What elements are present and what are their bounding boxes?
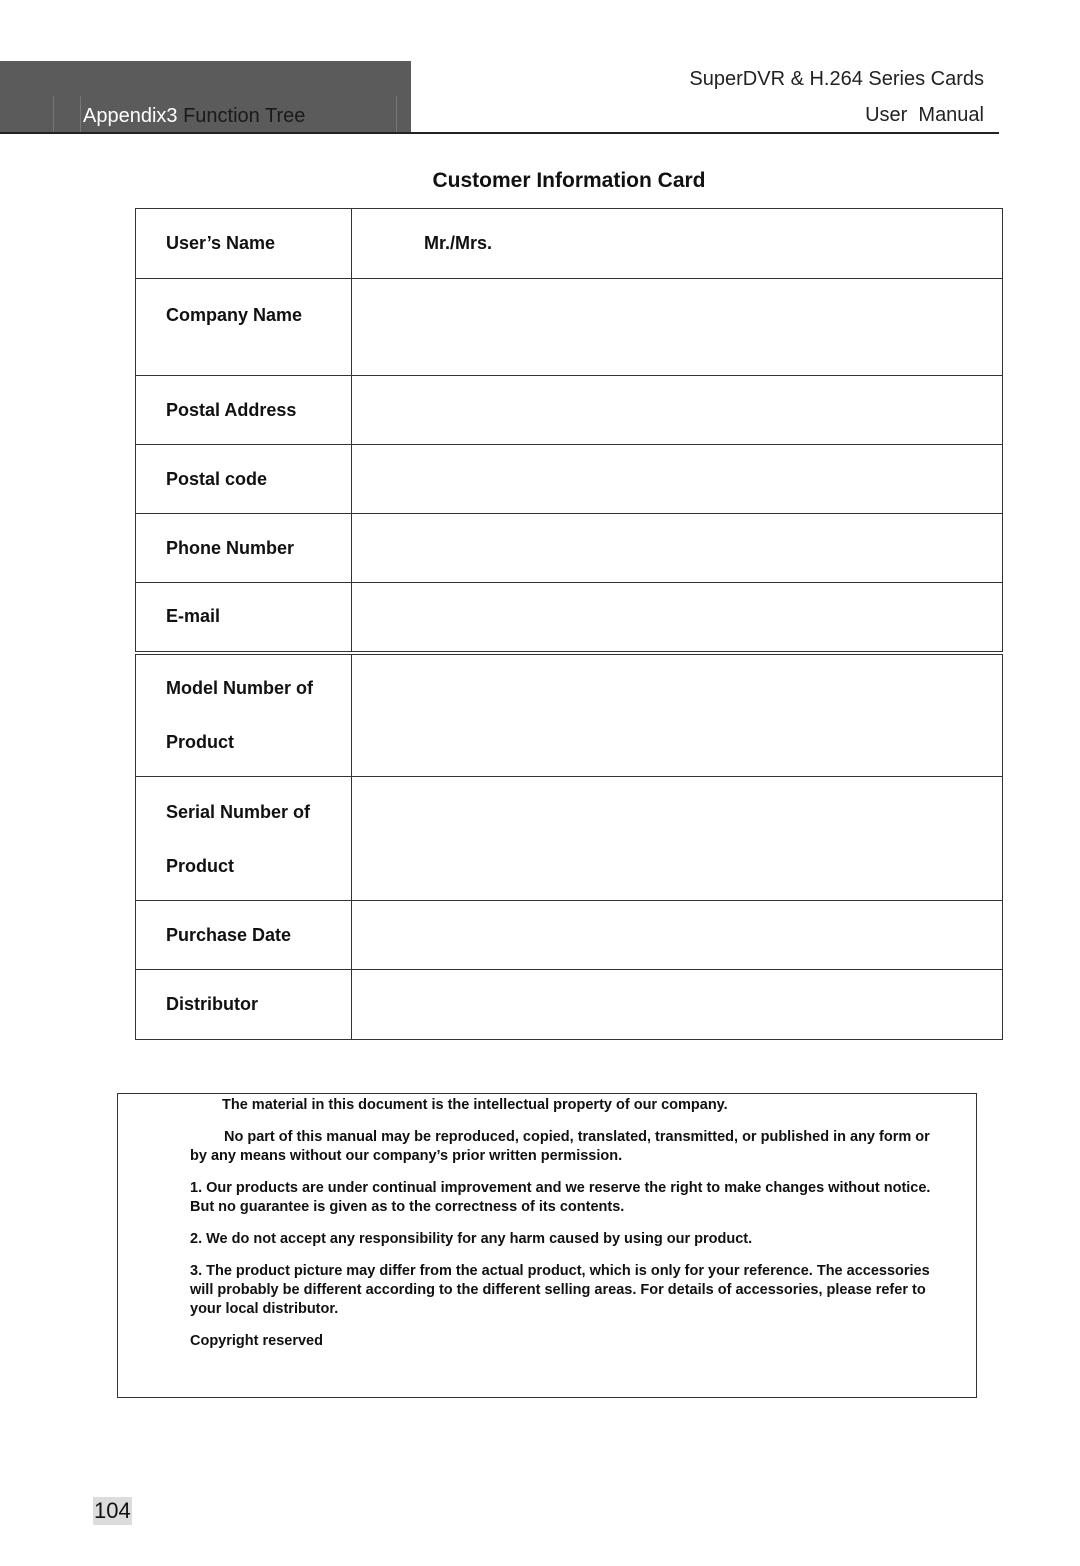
postal-address-field[interactable] [351, 375, 1003, 445]
copyright-text: Copyright reserved [190, 1333, 323, 1349]
product-name: SuperDVR & H.264 Series Cards [689, 68, 984, 90]
notice-text: 1. Our products are under continual impr… [190, 1180, 931, 1196]
header-divider [80, 96, 81, 133]
field-label: Model Number of Product [135, 650, 352, 777]
label-line: Serial Number of [166, 801, 311, 822]
field-label: User’s Name [135, 208, 352, 279]
purchase-date-field[interactable] [351, 900, 1003, 970]
card-title: Customer Information Card [432, 169, 706, 192]
label-line: Product [166, 732, 235, 753]
label-text: Company Name [166, 305, 303, 325]
field-label: Postal Address [135, 375, 352, 445]
customer-info-table: User’s Name Mr./Mrs. Company Name Postal… [135, 208, 1003, 1040]
users-name-field[interactable]: Mr./Mrs. [351, 208, 1003, 279]
field-label: Postal code [135, 444, 352, 514]
header-rule [0, 132, 999, 134]
distributor-field[interactable] [351, 969, 1003, 1040]
table-row: Serial Number of Product [135, 776, 1003, 901]
table-row: Model Number of Product [135, 650, 1003, 777]
table-row: Purchase Date [135, 900, 1003, 970]
section-prefix: Appendix3 [83, 105, 178, 127]
postal-code-field[interactable] [351, 444, 1003, 514]
section-title: Appendix3 Function Tree [83, 104, 305, 128]
label-line: Model Number of [166, 678, 313, 699]
table-row: Phone Number [135, 513, 1003, 583]
notice-text: by any means without our company’s prior… [190, 1148, 623, 1164]
notice-text: No part of this manual may be reproduced… [224, 1129, 930, 1145]
field-label: Company Name [135, 278, 352, 376]
label-line: Product [166, 855, 235, 876]
table-row: User’s Name Mr./Mrs. [135, 208, 1003, 279]
header-divider [396, 96, 397, 133]
field-label: Serial Number of Product [135, 776, 352, 901]
company-name-field[interactable] [351, 278, 1003, 376]
serial-number-field[interactable] [351, 776, 1003, 901]
header-divider [53, 96, 54, 133]
field-label: E-mail [135, 582, 352, 653]
field-label: Phone Number [135, 513, 352, 583]
field-label: Distributor [135, 969, 352, 1040]
notice-text: will probably be different according to … [190, 1282, 926, 1298]
notice-text: 3. The product picture may differ from t… [190, 1263, 930, 1279]
table-row: Postal Address [135, 375, 1003, 445]
phone-number-field[interactable] [351, 513, 1003, 583]
field-label: Purchase Date [135, 900, 352, 970]
table-row: E-mail [135, 582, 1003, 653]
section-name: Function Tree [183, 105, 306, 127]
notice-text: The material in this document is the int… [222, 1097, 728, 1113]
email-field[interactable] [351, 582, 1003, 653]
table-row: Distributor [135, 969, 1003, 1040]
notice-text: your local distributor. [190, 1301, 339, 1317]
table-row: Postal code [135, 444, 1003, 514]
table-row: Company Name [135, 278, 1003, 376]
notice-text: 2. We do not accept any responsibility f… [190, 1231, 753, 1247]
page-number: 104 [93, 1497, 132, 1525]
document-type: User Manual [865, 104, 984, 126]
notice-text: But no guarantee is given as to the corr… [190, 1199, 625, 1215]
copyright-notice-box: The material in this document is the int… [117, 1093, 977, 1398]
model-number-field[interactable] [351, 650, 1003, 777]
